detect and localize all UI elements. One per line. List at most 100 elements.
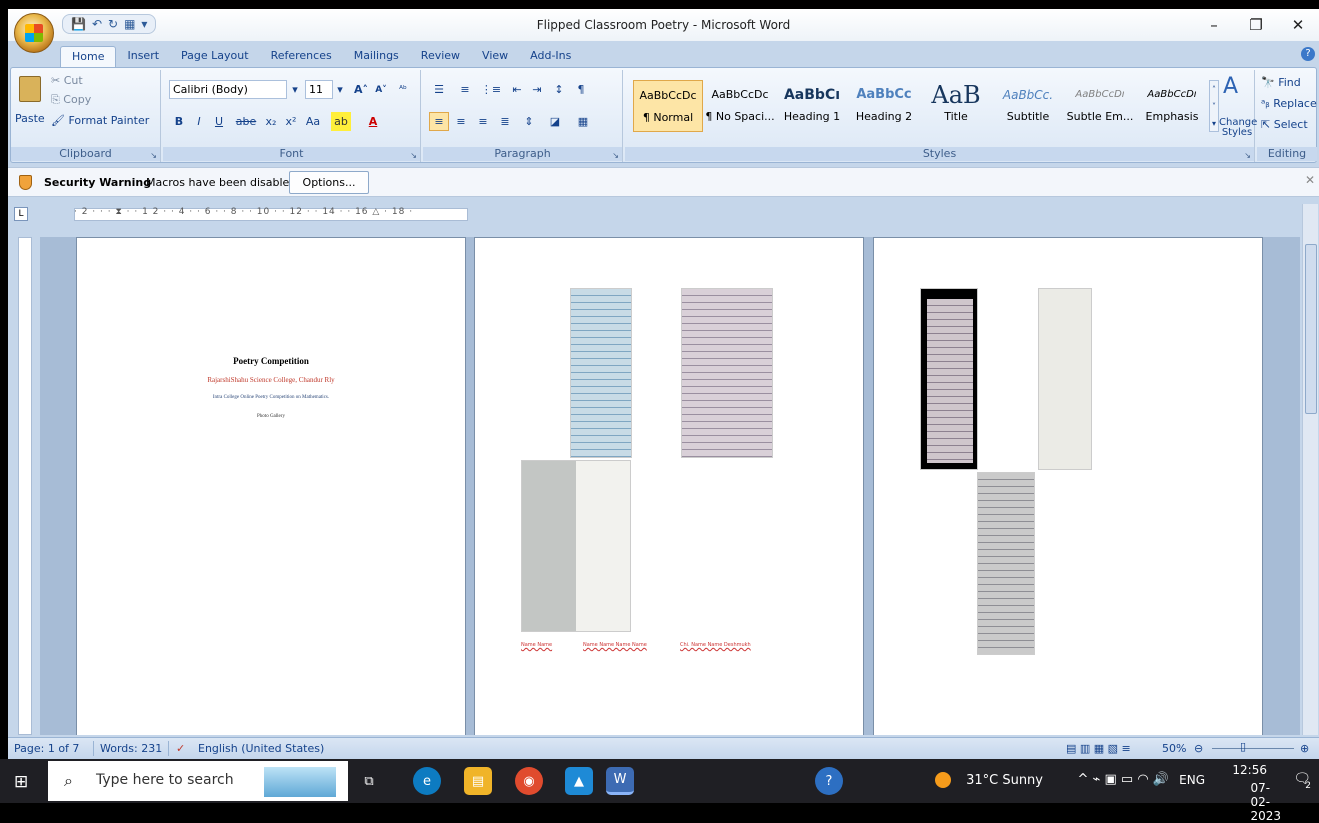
tab-references[interactable]: References (260, 46, 343, 68)
tab-insert[interactable]: Insert (116, 46, 170, 68)
minimize-button[interactable]: – (1193, 9, 1235, 41)
zoom-slider[interactable] (1212, 748, 1294, 749)
options-button[interactable]: Options... (289, 171, 369, 194)
styles-dialog-launcher-icon[interactable]: ↘ (1244, 151, 1251, 160)
subscript-icon[interactable]: x₂ (261, 112, 281, 131)
clipboard-dialog-launcher-icon[interactable]: ↘ (150, 151, 157, 160)
tab-page-layout[interactable]: Page Layout (170, 46, 260, 68)
language-indicator[interactable]: English (United States) (198, 742, 324, 755)
paste-icon[interactable] (19, 76, 41, 102)
style-title[interactable]: AaB Title (921, 80, 991, 132)
cut-button[interactable]: ✂ Cut (51, 74, 83, 87)
tab-mailings[interactable]: Mailings (343, 46, 410, 68)
tab-selector-icon[interactable]: L (14, 207, 28, 221)
style-heading-1[interactable]: AaBbCı Heading 1 (777, 80, 847, 132)
align-center-icon[interactable]: ≡ (451, 112, 471, 131)
shrink-font-icon[interactable]: A˅ (371, 80, 391, 99)
scrollbar-thumb[interactable] (1305, 244, 1317, 414)
close-warning-icon[interactable]: ✕ (1305, 173, 1315, 187)
underline-icon[interactable]: U (209, 112, 229, 131)
word-count[interactable]: Words: 231 (100, 742, 162, 755)
style-heading-2[interactable]: AaBbCc Heading 2 (849, 80, 919, 132)
taskbar-search[interactable]: ⌕ Type here to search (48, 761, 348, 801)
style-no-spacing[interactable]: AaBbCcDc ¶ No Spaci... (705, 80, 775, 132)
paragraph-dialog-launcher-icon[interactable]: ↘ (612, 151, 619, 160)
task-view-icon[interactable]: ⧉ (355, 767, 383, 795)
font-dialog-launcher-icon[interactable]: ↘ (410, 151, 417, 160)
office-button[interactable] (14, 13, 54, 53)
clear-formatting-icon[interactable]: ᴬᵇ (393, 80, 413, 99)
align-left-icon[interactable]: ≡ (429, 112, 449, 131)
weather-text[interactable]: 31°C Sunny (966, 773, 1043, 788)
word-taskbar-icon[interactable]: W (606, 767, 634, 795)
borders-icon[interactable]: ▦ (573, 112, 593, 131)
chrome-icon[interactable]: ◉ (515, 767, 543, 795)
font-color-icon[interactable]: A (363, 112, 383, 131)
zoom-in-icon[interactable]: ⊕ (1300, 742, 1309, 755)
tab-home[interactable]: Home (60, 46, 117, 68)
tab-review[interactable]: Review (410, 46, 471, 68)
format-painter-button[interactable]: 🖌 Format Painter (51, 114, 149, 127)
bold-icon[interactable]: B (169, 112, 189, 131)
page-1[interactable]: Poetry Competition RajarshiShahu Science… (76, 237, 466, 735)
page-2[interactable]: Name Name Name Name Name Name Chi. Name … (474, 237, 864, 735)
numbering-icon[interactable]: ≡ (455, 80, 475, 99)
help-app-icon[interactable]: ? (815, 767, 843, 795)
style-subtle-emphasis[interactable]: AaBbCcDı Subtle Em... (1065, 80, 1135, 132)
proofing-icon[interactable]: ✓ (176, 742, 185, 755)
grow-font-icon[interactable]: A˄ (351, 80, 371, 99)
styles-scroll-icon[interactable]: ˄ ˅ ▾ (1209, 80, 1219, 132)
superscript-icon[interactable]: x² (281, 112, 301, 131)
tab-add-ins[interactable]: Add-Ins (519, 46, 582, 68)
zoom-level[interactable]: 50% (1162, 742, 1186, 755)
font-name-dropdown-icon[interactable]: ▾ (287, 80, 303, 99)
change-styles-icon[interactable]: A (1223, 74, 1238, 99)
multilevel-list-icon[interactable]: ⋮≡ (481, 80, 501, 99)
vertical-scrollbar[interactable] (1302, 204, 1318, 735)
tab-view[interactable]: View (471, 46, 519, 68)
shading-icon[interactable]: ◪ (545, 112, 565, 131)
page-count[interactable]: Page: 1 of 7 (14, 742, 79, 755)
clock-date[interactable]: 07-02-2023 (1250, 781, 1281, 823)
style-normal[interactable]: AaBbCcDc ¶ Normal (633, 80, 703, 132)
view-buttons[interactable]: ▤ ▥ ▦ ▧ ≡ (1066, 742, 1131, 755)
line-spacing-icon[interactable]: ⇕ (519, 112, 539, 131)
zoom-out-icon[interactable]: ⊖ (1194, 742, 1203, 755)
help-icon[interactable]: ? (1301, 47, 1315, 61)
clock-time[interactable]: 12:56 (1232, 763, 1267, 777)
restore-button[interactable]: ❐ (1235, 9, 1277, 41)
photos-icon[interactable]: ▲ (565, 767, 593, 795)
font-name-select[interactable]: Calibri (Body) (169, 80, 287, 99)
input-language[interactable]: ENG (1179, 773, 1205, 787)
strikethrough-icon[interactable]: abe (233, 112, 259, 131)
copy-button[interactable]: ⎘ Copy (51, 93, 91, 107)
replace-icon: ᵃᵦ (1261, 97, 1274, 110)
decrease-indent-icon[interactable]: ⇤ (507, 80, 527, 99)
find-button[interactable]: 🔭 Find (1261, 76, 1301, 89)
document-area[interactable]: Poetry Competition RajarshiShahu Science… (40, 237, 1300, 735)
windows-start-icon[interactable]: ⊞ (14, 772, 28, 792)
replace-button[interactable]: ᵃᵦ Replace (1261, 97, 1317, 110)
align-right-icon[interactable]: ≡ (473, 112, 493, 131)
paste-button[interactable]: Paste (15, 112, 45, 125)
page-3[interactable] (873, 237, 1263, 735)
close-button[interactable]: ✕ (1277, 9, 1319, 41)
italic-icon[interactable]: I (189, 112, 209, 131)
file-explorer-icon[interactable]: ▤ (464, 767, 492, 795)
highlight-icon[interactable]: ab (331, 112, 351, 131)
tray-icons[interactable]: ^ ⌁ ▣ ▭ ◠ 🔊 (1078, 772, 1169, 787)
style-subtitle[interactable]: AaBbCc. Subtitle (993, 80, 1063, 132)
show-marks-icon[interactable]: ¶ (571, 80, 591, 99)
zoom-slider-thumb-icon[interactable]: ▯ (1240, 740, 1246, 753)
style-emphasis[interactable]: AaBbCcDı Emphasis (1137, 80, 1207, 132)
font-size-dropdown-icon[interactable]: ▾ (333, 80, 347, 99)
change-styles-button[interactable]: Change Styles (1219, 118, 1257, 138)
select-button[interactable]: ⇱ Select (1261, 118, 1308, 131)
bullets-icon[interactable]: ☰ (429, 80, 449, 99)
sort-icon[interactable]: ↕ (549, 80, 569, 99)
justify-icon[interactable]: ≣ (495, 112, 515, 131)
font-size-select[interactable]: 11 (305, 80, 333, 99)
edge-icon[interactable]: e (413, 767, 441, 795)
change-case-icon[interactable]: Aa (303, 112, 323, 131)
increase-indent-icon[interactable]: ⇥ (527, 80, 547, 99)
